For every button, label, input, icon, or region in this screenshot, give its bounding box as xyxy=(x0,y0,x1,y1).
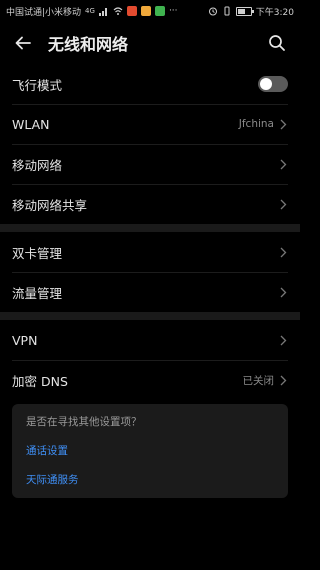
status-bar: 中国试通|小米移动 4G ··· 下午3:20 xyxy=(0,0,300,22)
notification-app-icon-1 xyxy=(126,6,137,16)
row-tethering[interactable]: 移动网络共享 xyxy=(0,184,300,224)
chevron-right-icon xyxy=(278,286,288,298)
suggestions-title: 是否在寻找其他设置项？ xyxy=(26,416,142,428)
settings-list: 飞行模式 WLAN Jfchina 移动网络 移动网络共享 双卡管理 流量管理 … xyxy=(0,64,300,400)
wlan-value: Jfchina xyxy=(238,118,274,130)
arrow-left-icon[interactable] xyxy=(12,32,34,54)
tethering-label: 移动网络共享 xyxy=(12,197,88,213)
app-bar: 无线和网络 xyxy=(0,22,300,64)
status-time: 下午3:20 xyxy=(255,7,294,18)
battery-icon xyxy=(235,6,254,16)
encrypted-dns-label: 加密 DNS xyxy=(12,373,68,389)
row-dual-sim[interactable]: 双卡管理 xyxy=(0,232,300,272)
section-divider xyxy=(0,312,300,320)
row-data-usage[interactable]: 流量管理 xyxy=(0,272,300,312)
signal-label: 4G xyxy=(85,7,95,15)
row-wlan[interactable]: WLAN Jfchina xyxy=(0,104,300,144)
battery-level xyxy=(237,8,245,14)
settings-group-sim: 双卡管理 流量管理 xyxy=(0,232,300,312)
chevron-right-icon xyxy=(278,158,288,170)
vibrate-icon xyxy=(224,6,230,16)
airplane-mode-label: 飞行模式 xyxy=(12,77,63,93)
section-divider xyxy=(0,224,300,232)
notification-app-icon-2 xyxy=(140,6,151,16)
notification-app-icon-3 xyxy=(154,6,165,16)
row-airplane-mode[interactable]: 飞行模式 xyxy=(0,64,300,104)
settings-group-security: VPN 加密 DNS 已关闭 xyxy=(0,320,300,400)
signal-icon xyxy=(98,8,107,16)
status-left: 中国试通|小米移动 4G ··· xyxy=(6,5,178,18)
more-notifications-icon: ··· xyxy=(168,6,178,16)
row-mobile-network[interactable]: 移动网络 xyxy=(0,144,300,184)
alarm-icon xyxy=(208,7,217,16)
toggle-knob xyxy=(260,78,272,90)
encrypted-dns-value: 已关闭 xyxy=(242,374,275,387)
status-right: 下午3:20 xyxy=(208,5,294,18)
carrier-text: 中国试通|小米移动 xyxy=(6,7,82,18)
data-usage-label: 流量管理 xyxy=(12,285,63,301)
mobile-network-label: 移动网络 xyxy=(12,157,63,173)
row-encrypted-dns[interactable]: 加密 DNS 已关闭 xyxy=(0,360,300,400)
settings-group-network: 飞行模式 WLAN Jfchina 移动网络 移动网络共享 xyxy=(0,64,300,224)
row-vpn[interactable]: VPN xyxy=(0,320,300,360)
chevron-right-icon xyxy=(278,246,288,258)
wlan-label: WLAN xyxy=(12,116,50,132)
chevron-right-icon xyxy=(278,334,288,346)
search-icon[interactable] xyxy=(266,32,288,54)
chevron-right-icon xyxy=(278,118,288,130)
dual-sim-label: 双卡管理 xyxy=(12,245,63,261)
airplane-mode-toggle[interactable] xyxy=(258,76,288,92)
chevron-right-icon xyxy=(278,198,288,210)
call-settings-link[interactable]: 通话设置 xyxy=(26,443,274,458)
suggestions-card: 是否在寻找其他设置项？ 通话设置 天际通服务 xyxy=(12,404,288,498)
chevron-right-icon xyxy=(278,374,288,386)
page-title: 无线和网络 xyxy=(48,35,129,54)
skytone-service-link[interactable]: 天际通服务 xyxy=(26,472,274,487)
vpn-label: VPN xyxy=(12,332,38,348)
wifi-icon xyxy=(113,7,123,15)
